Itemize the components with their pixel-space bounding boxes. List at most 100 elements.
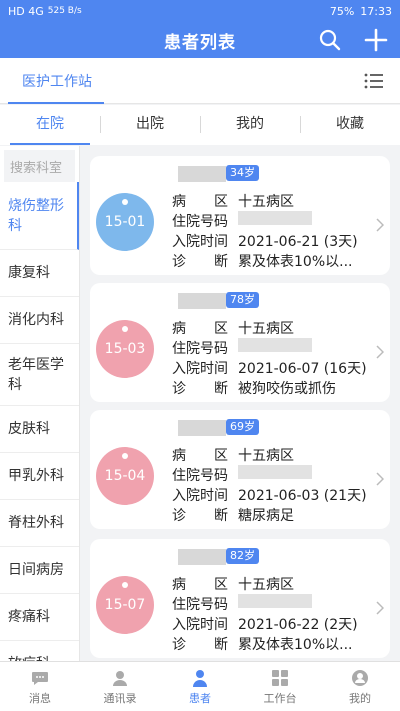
diagnosis-row: 诊 断被狗咬伤或抓伤 xyxy=(172,378,336,398)
admission-no-label: 住院号码 xyxy=(172,468,228,484)
bed-tag: 15-03 xyxy=(96,320,154,378)
bottom-tab-contacts[interactable]: 通讯录 xyxy=(80,662,160,711)
age-badge: 69岁 xyxy=(226,419,259,435)
age-badge: 78岁 xyxy=(226,292,259,308)
diagnosis-value: 被狗咬伤或抓伤 xyxy=(238,381,336,397)
sidebar-item-breast-thyroid[interactable]: 甲乳外科 xyxy=(0,453,79,500)
nav-bar: 患者列表 xyxy=(0,22,400,58)
admission-time-value: 2021-06-21 (3天) xyxy=(238,234,358,250)
admission-time-value: 2021-06-22 (2天) xyxy=(238,617,358,633)
admission-time-row: 入院时间 2021-06-21 (3天) xyxy=(172,231,358,251)
diagnosis-value: 糖尿病足 xyxy=(238,508,294,524)
ward-label: 病 区 xyxy=(172,448,228,464)
department-sidebar: 搜索科室 烧伤整形科 康复科 消化内科 老年医学科 皮肤科 甲乳外科 脊柱外科 … xyxy=(0,146,80,661)
chevron-right-icon xyxy=(376,472,384,486)
tab-mine[interactable]: 我的 xyxy=(200,105,300,145)
battery-level: 75% xyxy=(329,4,355,18)
bed-tag: 15-07 xyxy=(96,576,154,634)
patient-card[interactable]: 78岁 15-03 病 区十五病区 住院号码 入院时间 2021-06-07 (1… xyxy=(90,283,390,402)
age-badge: 34岁 xyxy=(226,165,259,181)
admission-no-label: 住院号码 xyxy=(172,597,228,613)
admission-time-row: 入院时间 2021-06-22 (2天) xyxy=(172,614,358,634)
admission-no-label: 住院号码 xyxy=(172,341,228,357)
tab-inpatient[interactable]: 在院 xyxy=(0,105,100,145)
admission-no-masked xyxy=(238,465,312,479)
department-search-input[interactable]: 搜索科室 xyxy=(4,150,75,182)
patient-name-masked xyxy=(178,549,226,565)
sidebar-item-spine[interactable]: 脊柱外科 xyxy=(0,500,79,547)
tab-favorites[interactable]: 收藏 xyxy=(300,105,400,145)
patient-card[interactable]: 82岁 15-07 病 区十五病区 住院号码 入院时间 2021-06-22 (2… xyxy=(90,539,390,658)
ward-value: 十五病区 xyxy=(238,577,294,593)
tab-discharged[interactable]: 出院 xyxy=(100,105,200,145)
bottom-tab-label: 患者 xyxy=(189,691,211,705)
diagnosis-label: 诊 断 xyxy=(172,254,228,270)
diagnosis-value: 累及体表10%以... xyxy=(238,637,353,653)
admission-time-label: 入院时间 xyxy=(172,361,228,377)
page-title: 患者列表 xyxy=(164,32,236,53)
bottom-tab-profile[interactable]: 我的 xyxy=(320,662,400,711)
bed-tag: 15-04 xyxy=(96,447,154,505)
bottom-tab-label: 消息 xyxy=(29,691,51,705)
diagnosis-label: 诊 断 xyxy=(172,637,228,653)
workbench-icon xyxy=(272,669,288,686)
patient-card[interactable]: 34岁 15-01 病 区十五病区 住院号码 入院时间 2021-06-21 (3… xyxy=(90,156,390,275)
sidebar-item-pain[interactable]: 疼痛科 xyxy=(0,594,79,641)
bottom-tab-label: 工作台 xyxy=(263,691,297,705)
status-tabs: 在院 出院 我的 收藏 xyxy=(0,105,400,145)
bottom-tab-messages[interactable]: 消息 xyxy=(0,662,80,711)
workstation-tab[interactable]: 医护工作站 xyxy=(22,71,92,91)
bed-tag: 15-01 xyxy=(96,193,154,251)
network-indicator: HD 4G xyxy=(8,4,44,18)
message-icon xyxy=(32,671,48,685)
ward-row: 病 区十五病区 xyxy=(172,445,294,465)
ward-label: 病 区 xyxy=(172,194,228,210)
admission-time-label: 入院时间 xyxy=(172,234,228,250)
admission-time-label: 入院时间 xyxy=(172,488,228,504)
diagnosis-row: 诊 断累及体表10%以... xyxy=(172,634,352,654)
chevron-right-icon xyxy=(376,601,384,615)
ward-label: 病 区 xyxy=(172,577,228,593)
bottom-tab-label: 通讯录 xyxy=(103,691,137,705)
admission-no-row: 住院号码 xyxy=(172,465,312,485)
patient-card[interactable]: 69岁 15-04 病 区十五病区 住院号码 入院时间 2021-06-03 (2… xyxy=(90,410,390,529)
workstation-underline xyxy=(8,102,104,104)
profile-icon xyxy=(352,669,368,686)
list-menu-icon[interactable] xyxy=(364,72,384,90)
app-header: HD 4G 525 B/s 75% 17:33 患者列表 xyxy=(0,0,400,58)
admission-time-row: 入院时间 2021-06-07 (16天) xyxy=(172,358,367,378)
age-badge: 82岁 xyxy=(226,548,259,564)
ward-row: 病 区十五病区 xyxy=(172,191,294,211)
bottom-tab-workbench[interactable]: 工作台 xyxy=(240,662,320,711)
workstation-bar: 医护工作站 xyxy=(0,58,400,104)
ward-value: 十五病区 xyxy=(238,448,294,464)
ward-row: 病 区十五病区 xyxy=(172,574,294,594)
search-icon[interactable] xyxy=(318,28,342,52)
diagnosis-value: 累及体表10%以... xyxy=(238,254,353,270)
diagnosis-label: 诊 断 xyxy=(172,508,228,524)
admission-time-value: 2021-06-07 (16天) xyxy=(238,361,367,377)
sidebar-item-radiotherapy[interactable]: 放疗科 xyxy=(0,641,79,661)
admission-time-label: 入院时间 xyxy=(172,617,228,633)
admission-no-masked xyxy=(238,211,312,225)
patient-name-masked xyxy=(178,293,226,309)
sidebar-item-gastro[interactable]: 消化内科 xyxy=(0,297,79,344)
bottom-tab-patients[interactable]: 患者 xyxy=(160,662,240,711)
diagnosis-row: 诊 断累及体表10%以... xyxy=(172,251,352,271)
sidebar-item-rehab[interactable]: 康复科 xyxy=(0,250,79,297)
sidebar-item-day-ward[interactable]: 日间病房 xyxy=(0,547,79,594)
admission-time-row: 入院时间 2021-06-03 (21天) xyxy=(172,485,367,505)
plus-icon[interactable] xyxy=(362,26,390,54)
chevron-right-icon xyxy=(376,218,384,232)
patient-icon xyxy=(193,669,207,687)
diagnosis-label: 诊 断 xyxy=(172,381,228,397)
ward-label: 病 区 xyxy=(172,321,228,337)
admission-no-row: 住院号码 xyxy=(172,211,312,231)
patient-name-masked xyxy=(178,420,226,436)
admission-time-value: 2021-06-03 (21天) xyxy=(238,488,367,504)
contacts-icon xyxy=(113,670,127,686)
admission-no-row: 住院号码 xyxy=(172,338,312,358)
sidebar-item-burns[interactable]: 烧伤整形科 xyxy=(0,182,79,250)
sidebar-item-dermatology[interactable]: 皮肤科 xyxy=(0,406,79,453)
sidebar-item-geriatrics[interactable]: 老年医学科 xyxy=(0,344,79,406)
